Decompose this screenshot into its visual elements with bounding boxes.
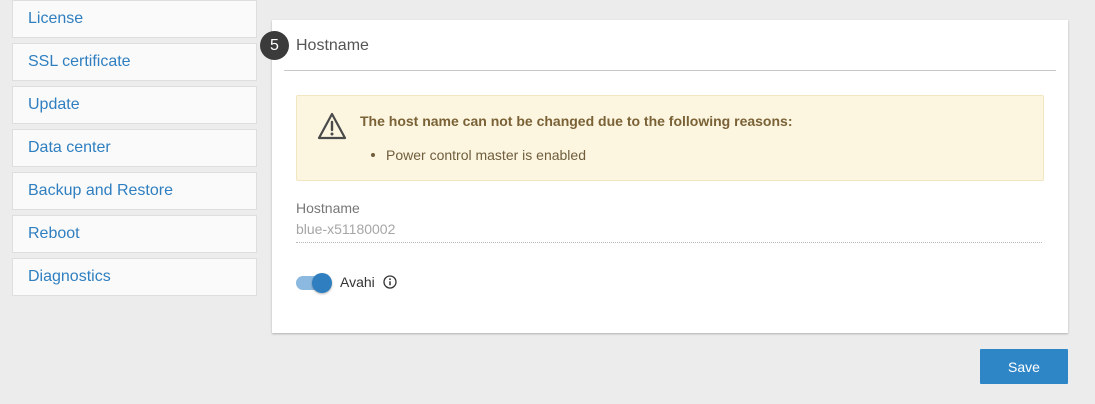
warning-alert: The host name can not be changed due to …	[296, 95, 1044, 181]
avahi-toggle[interactable]	[296, 273, 332, 293]
sidebar-item-backup-and-restore[interactable]: Backup and Restore	[12, 172, 257, 210]
card-divider	[284, 70, 1056, 71]
sidebar-item-ssl-certificate[interactable]: SSL certificate	[12, 43, 257, 81]
card-title: Hostname	[296, 37, 369, 54]
sidebar-item-data-center[interactable]: Data center	[12, 129, 257, 167]
sidebar-item-label: Diagnostics	[28, 268, 111, 285]
toggle-thumb	[312, 273, 332, 293]
warning-reason-text: Power control master is enabled	[386, 147, 586, 163]
sidebar-item-label: Update	[28, 96, 80, 113]
hostname-card: Hostname The host name can not be change…	[272, 20, 1068, 333]
sidebar-item-license[interactable]: License	[12, 0, 257, 38]
sidebar-item-reboot[interactable]: Reboot	[12, 215, 257, 253]
warning-title: The host name can not be changed due to …	[360, 113, 793, 129]
warning-triangle-icon	[317, 112, 347, 140]
sidebar-item-label: Data center	[28, 139, 111, 156]
sidebar-item-label: Backup and Restore	[28, 182, 173, 199]
sidebar-item-label: SSL certificate	[28, 53, 131, 70]
sidebar-item-label: Reboot	[28, 225, 80, 242]
sidebar-item-update[interactable]: Update	[12, 86, 257, 124]
sidebar-item-diagnostics[interactable]: Diagnostics	[12, 258, 257, 296]
hostname-field: blue-x51180002	[296, 221, 1042, 243]
save-button[interactable]: Save	[980, 349, 1068, 384]
settings-sidebar: License SSL certificate Update Data cent…	[12, 0, 257, 301]
bullet-icon	[371, 153, 375, 157]
sidebar-item-label: License	[28, 10, 84, 27]
avahi-label: Avahi	[340, 274, 375, 290]
warning-reason-item: Power control master is enabled	[371, 147, 586, 163]
hostname-label: Hostname	[296, 200, 360, 216]
step-number-badge: 5	[260, 31, 289, 60]
info-circle-icon[interactable]	[383, 275, 397, 289]
